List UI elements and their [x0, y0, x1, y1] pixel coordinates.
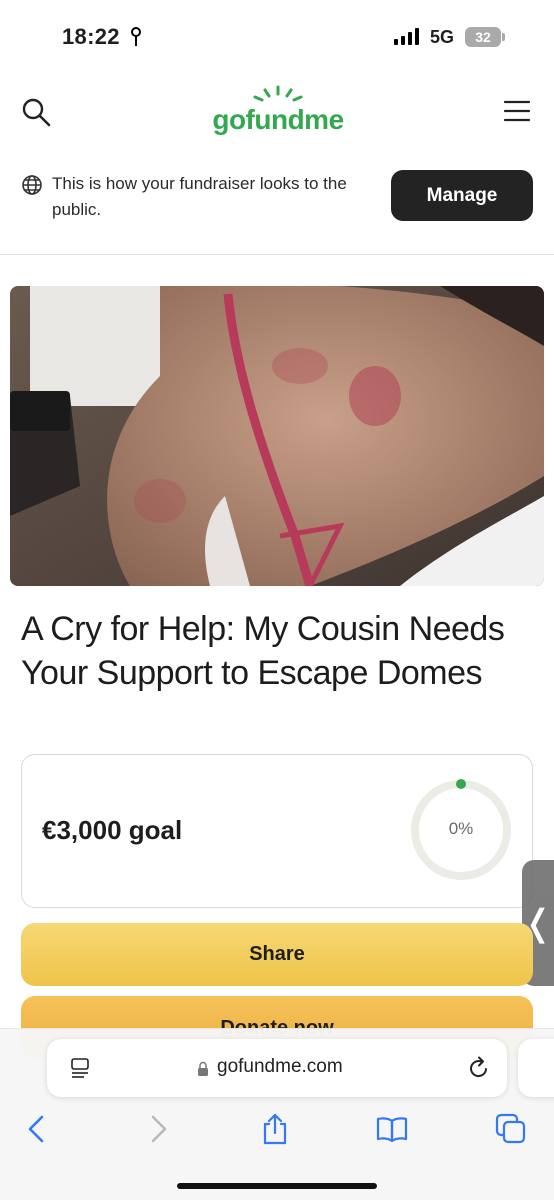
next-tab-preview[interactable]	[518, 1039, 554, 1097]
reload-icon[interactable]	[467, 1055, 491, 1081]
url-text: gofundme.com	[217, 1056, 343, 1077]
progress-percent: 0%	[448, 819, 474, 838]
battery-icon: 32	[465, 27, 505, 47]
menu-icon[interactable]	[502, 98, 532, 124]
manage-button[interactable]: Manage	[391, 170, 533, 221]
share-icon[interactable]	[258, 1112, 292, 1146]
goal-amount: €3,000 goal	[42, 815, 183, 845]
site-header: gofundme	[0, 78, 554, 148]
campaign-hero-image[interactable]	[10, 286, 544, 586]
cellular-signal-icon	[394, 27, 419, 45]
status-time: 18:22	[62, 24, 120, 49]
back-arrow-icon[interactable]	[21, 1112, 55, 1146]
bookmarks-icon[interactable]	[375, 1112, 409, 1146]
goal-card: €3,000 goal 0%	[21, 754, 533, 908]
search-icon[interactable]	[20, 96, 52, 128]
hero-photo	[10, 286, 544, 586]
lock-icon	[198, 1061, 208, 1076]
share-button[interactable]: Share	[21, 923, 533, 986]
home-indicator	[177, 1183, 377, 1189]
network-type: 5G	[430, 27, 455, 47]
reader-mode-icon[interactable]	[69, 1057, 91, 1079]
tabs-icon[interactable]	[494, 1112, 528, 1146]
campaign-title: A Cry for Help: My Cousin Needs Your Sup…	[21, 610, 505, 692]
gofundme-logo[interactable]: gofundme	[207, 84, 349, 142]
status-bar: 18:22 5G 32	[0, 0, 554, 72]
globe-icon	[22, 175, 42, 195]
forward-arrow-icon[interactable]	[140, 1112, 174, 1146]
logo-wordmark: gofundme	[212, 104, 344, 135]
preview-message: This is how your fundraiser looks to the…	[52, 174, 347, 219]
address-bar[interactable]: gofundme.com	[47, 1039, 507, 1097]
location-pin-icon	[131, 27, 141, 46]
owner-preview-banner: This is how your fundraiser looks to the…	[0, 160, 554, 255]
